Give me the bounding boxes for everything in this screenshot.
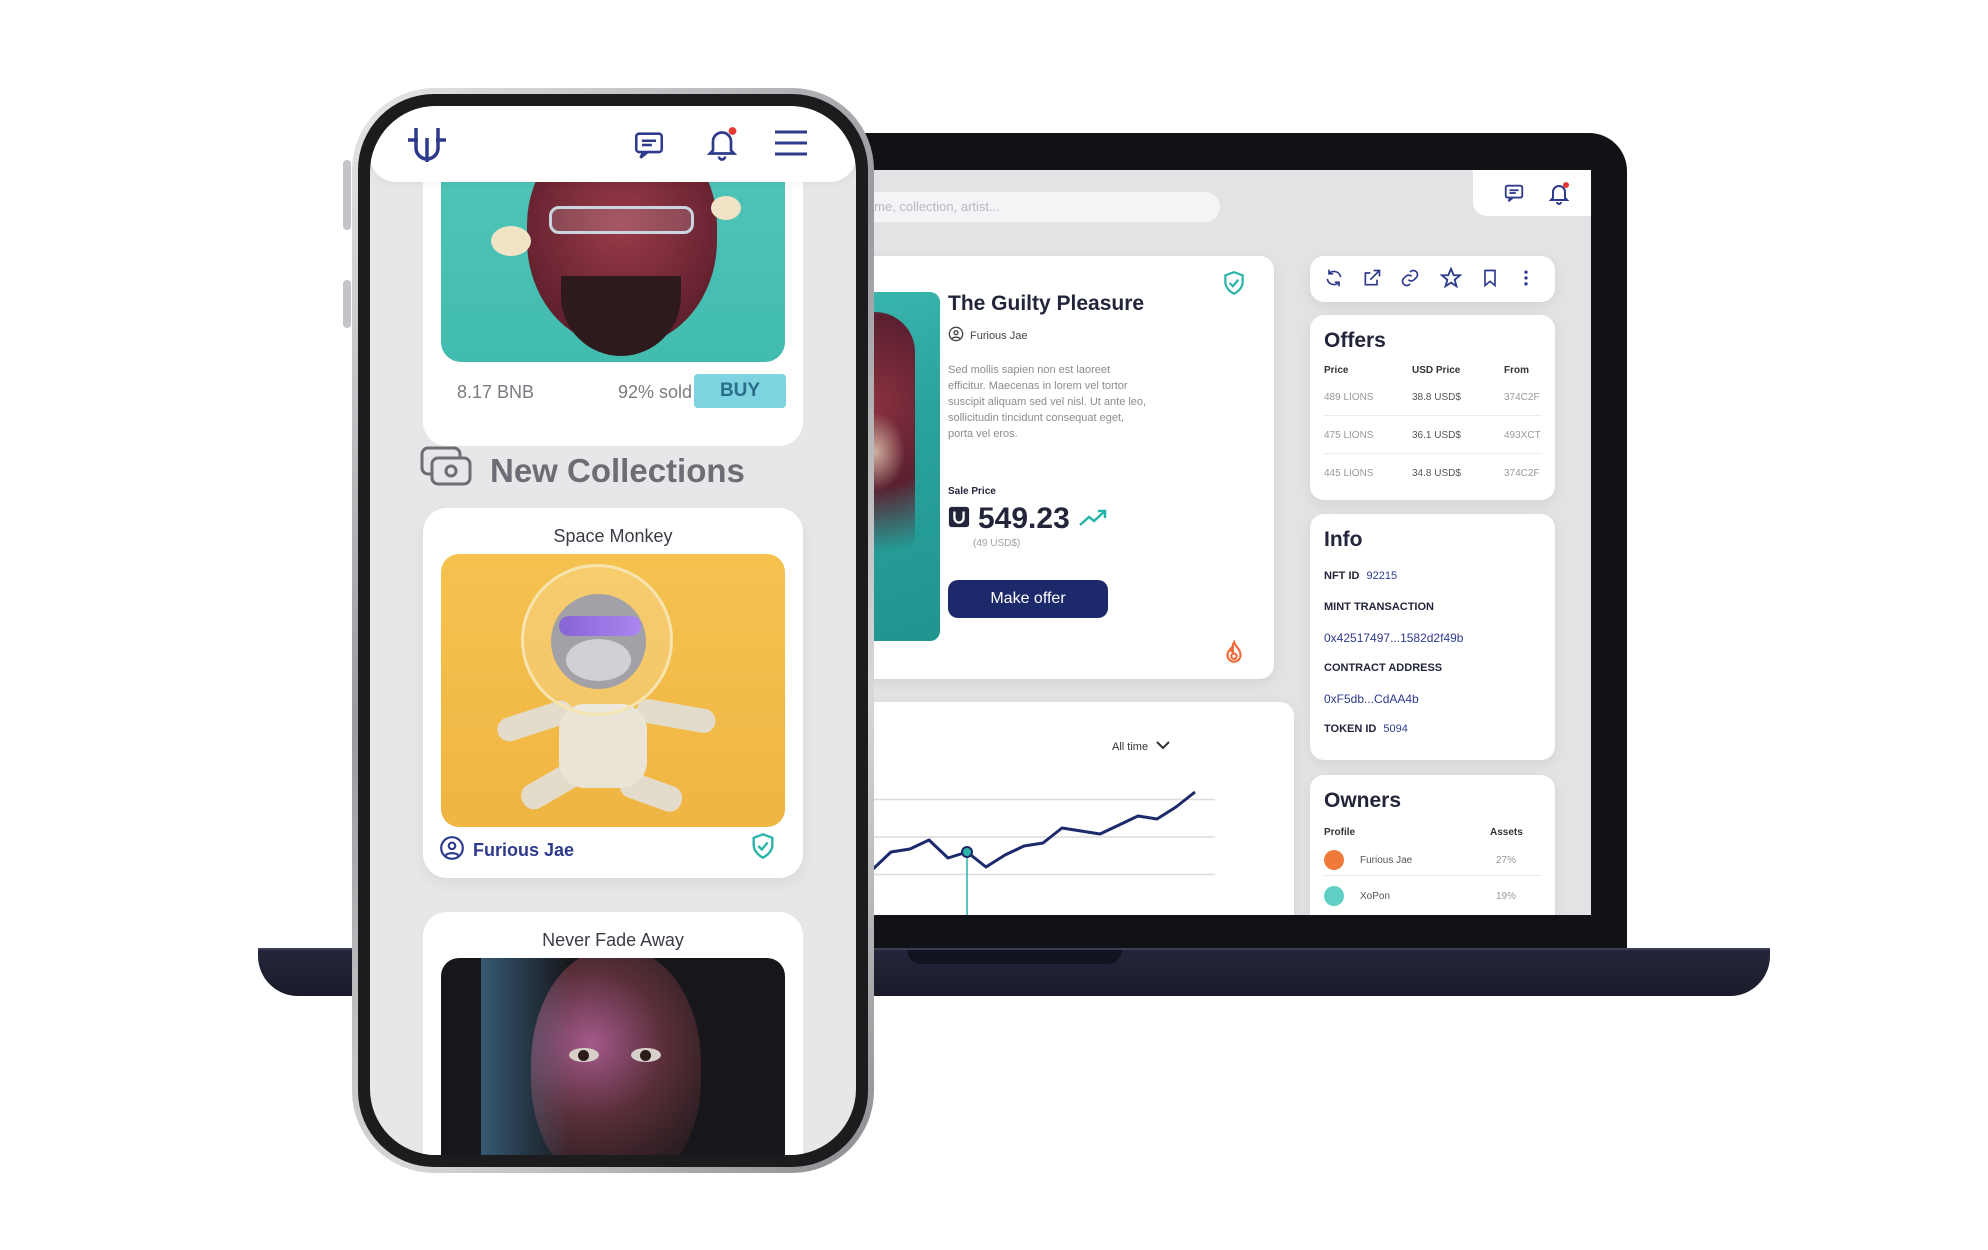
price-chart-card: All time xyxy=(815,702,1294,915)
stage: ch by name, collection, artist... The Gu… xyxy=(0,0,1988,1250)
contract-address-label: CONTRACT ADDRESS xyxy=(1324,662,1443,674)
more-icon[interactable] xyxy=(1516,268,1536,293)
nft-id-label: NFT ID xyxy=(1324,570,1360,582)
top-icon-bar xyxy=(1473,170,1591,216)
bell-icon[interactable] xyxy=(704,124,740,167)
phone-side-button xyxy=(343,160,351,230)
logo-icon[interactable] xyxy=(404,124,450,171)
divider xyxy=(1324,875,1542,876)
phone-screen: 8.17 BNB 92% sold BUY New Collections Sp… xyxy=(370,106,856,1155)
nft-artwork[interactable] xyxy=(441,958,785,1155)
token-id-label: TOKEN ID xyxy=(1324,723,1377,735)
section-heading: New Collections xyxy=(420,446,745,496)
nft-artwork[interactable] xyxy=(441,166,785,362)
chart-point[interactable] xyxy=(961,846,973,858)
nft-detail-card: The Guilty Pleasure Furious Jae Sed moll… xyxy=(815,256,1274,679)
offers-title: Offers xyxy=(1324,329,1386,352)
bell-icon[interactable] xyxy=(1547,181,1571,210)
card-author-name: Furious Jae xyxy=(473,840,575,860)
offer-usd: 36.1 USD$ xyxy=(1412,430,1461,441)
buy-button[interactable]: BUY xyxy=(694,374,786,408)
price-chart xyxy=(815,790,1215,915)
offer-price: 489 LIONS xyxy=(1324,392,1374,403)
token-id-value: 5094 xyxy=(1383,723,1408,735)
trend-up-icon xyxy=(1078,502,1108,536)
offers-header-from: From xyxy=(1504,365,1529,376)
nft-owner-name: Furious Jae xyxy=(970,329,1028,342)
info-title: Info xyxy=(1324,528,1363,551)
owner-name[interactable]: XoPon xyxy=(1360,891,1390,902)
token-icon xyxy=(948,502,970,536)
card-title: Space Monkey xyxy=(553,526,673,546)
make-offer-button[interactable]: Make offer xyxy=(948,580,1108,618)
menu-icon[interactable] xyxy=(773,128,809,163)
collection-card[interactable]: Space Monkey Furious Jae xyxy=(423,508,803,878)
refresh-icon[interactable] xyxy=(1324,268,1344,293)
info-card: Info NFT ID 92215 MINT TRANSACTION 0x425… xyxy=(1310,514,1555,760)
owner-name[interactable]: Furious Jae xyxy=(1360,855,1412,866)
sale-price-label: Sale Price xyxy=(948,486,996,497)
collection-icon xyxy=(420,446,474,496)
divider xyxy=(1324,453,1542,454)
collection-card[interactable]: Never Fade Away xyxy=(423,912,803,1155)
link-icon[interactable] xyxy=(1400,268,1420,293)
card-sold: 92% sold xyxy=(618,382,693,402)
owner-assets: 27% xyxy=(1496,855,1517,866)
sale-price-value: 549.23 xyxy=(978,502,1070,535)
owners-title: Owners xyxy=(1324,789,1402,812)
card-price: 8.17 BNB xyxy=(457,382,535,402)
mint-transaction-label: MINT TRANSACTION xyxy=(1324,601,1434,613)
search-input[interactable]: ch by name, collection, artist... xyxy=(815,192,1220,222)
offer-from[interactable]: 374C2F xyxy=(1504,392,1540,403)
owner-assets: 19% xyxy=(1496,891,1517,902)
offer-from[interactable]: 493XCT xyxy=(1504,430,1541,441)
section-title: New Collections xyxy=(490,452,745,489)
verified-shield-icon xyxy=(1221,270,1247,301)
mint-transaction-link[interactable]: 0x42517497...1582d2f49b xyxy=(1324,631,1463,645)
chat-icon[interactable] xyxy=(1503,182,1525,209)
nft-id-value: 92215 xyxy=(1366,570,1398,582)
card-title: Never Fade Away xyxy=(542,930,684,950)
offer-usd: 38.8 USD$ xyxy=(1412,392,1461,403)
nft-description: Sed mollis sapien non est laoreet effici… xyxy=(948,364,1147,440)
offer-price: 475 LIONS xyxy=(1324,430,1374,441)
sale-price-usd: (49 USD$) xyxy=(973,538,1021,549)
phone-side-button xyxy=(343,280,351,328)
chat-icon[interactable] xyxy=(632,128,666,167)
sale-price: 549.23 xyxy=(948,502,1108,536)
laptop-notch xyxy=(907,950,1122,964)
offers-header-price: Price xyxy=(1324,365,1349,376)
offers-card: Offers Price USD Price From 489 LIONS 38… xyxy=(1310,315,1555,500)
avatar[interactable] xyxy=(1324,886,1344,906)
divider xyxy=(1324,415,1542,416)
external-link-icon[interactable] xyxy=(1362,268,1382,293)
offer-usd: 34.8 USD$ xyxy=(1412,468,1461,479)
offer-from[interactable]: 374C2F xyxy=(1504,468,1540,479)
nft-id-row: NFT ID 92215 xyxy=(1324,570,1397,582)
owners-card: Owners Profile Assets Furious Jae 27% Xo… xyxy=(1310,775,1555,915)
action-toolbar xyxy=(1310,256,1555,302)
phone-header xyxy=(370,106,856,182)
contract-address-link[interactable]: 0xF5db...CdAA4b xyxy=(1324,692,1419,706)
fire-icon xyxy=(1221,639,1247,671)
card-author[interactable]: Furious Jae xyxy=(439,835,574,866)
verified-shield-icon xyxy=(749,832,777,865)
avatar[interactable] xyxy=(1324,850,1344,870)
user-icon xyxy=(948,326,964,345)
offers-header-usd: USD Price xyxy=(1412,365,1461,376)
nft-artwork[interactable] xyxy=(441,554,785,827)
bookmark-icon[interactable] xyxy=(1480,268,1500,293)
offer-price: 445 LIONS xyxy=(1324,468,1374,479)
user-icon xyxy=(439,835,465,866)
nft-title: The Guilty Pleasure xyxy=(948,292,1145,315)
token-id-row: TOKEN ID 5094 xyxy=(1324,723,1408,735)
laptop-screen: ch by name, collection, artist... The Gu… xyxy=(815,170,1591,915)
owners-header-profile: Profile xyxy=(1324,827,1356,838)
nft-owner[interactable]: Furious Jae xyxy=(948,326,1027,345)
owners-header-assets: Assets xyxy=(1490,827,1523,838)
star-icon[interactable] xyxy=(1439,266,1463,294)
